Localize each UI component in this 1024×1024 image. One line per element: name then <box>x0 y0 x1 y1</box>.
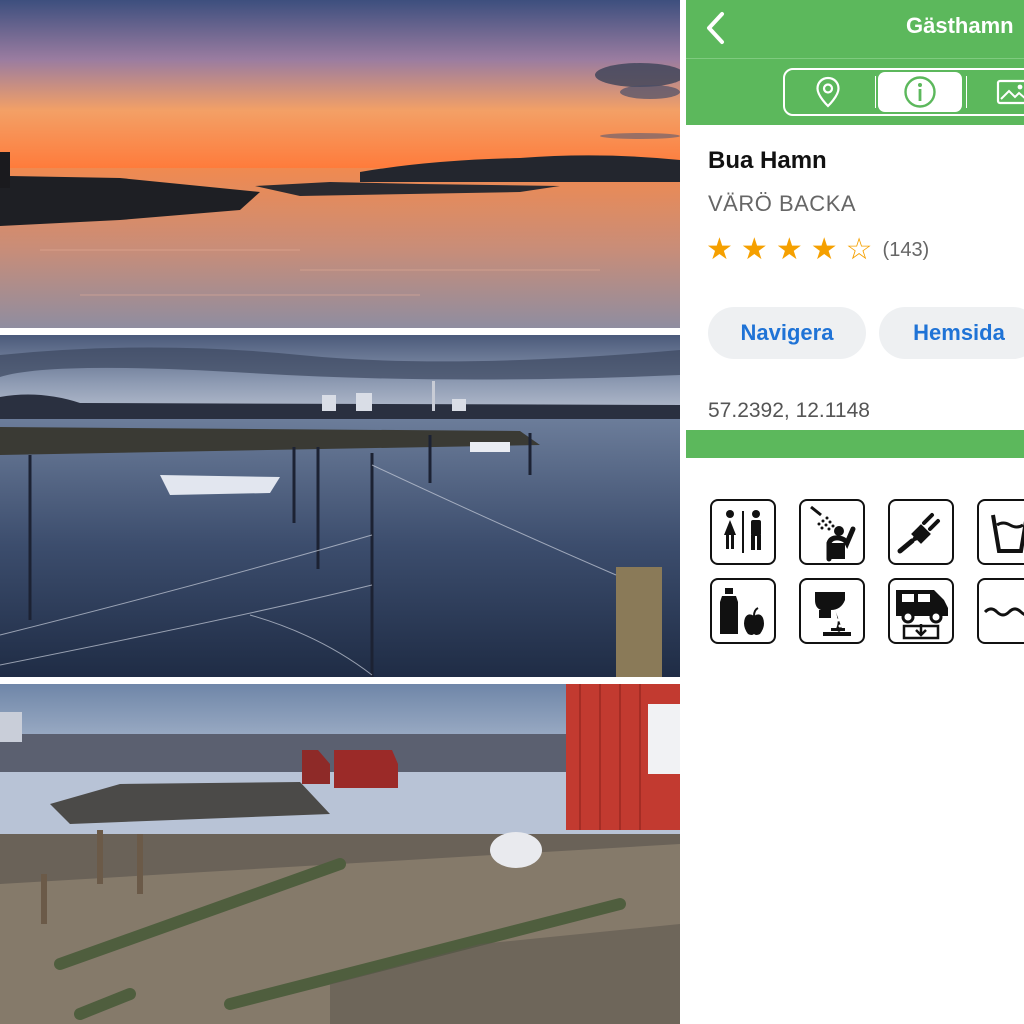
info-icon <box>904 76 936 108</box>
back-button[interactable] <box>700 10 730 46</box>
image-icon <box>996 79 1024 105</box>
star-full-icon: ★ <box>740 232 768 267</box>
star-full-icon: ★ <box>775 232 803 267</box>
place-region: VÄRÖ BACKA <box>708 191 857 216</box>
rating: ★ ★ ★ ★ ☆ (143) <box>706 232 929 268</box>
amenity-toilets[interactable] <box>710 499 776 565</box>
shower-icon <box>810 505 856 562</box>
water-icon <box>983 607 1024 617</box>
nav-top-row: Gästhamn <box>686 0 1024 58</box>
coordinates: 57.2392, 12.1148 <box>708 399 870 422</box>
photo-sunset-over-water <box>0 0 680 328</box>
rating-count: (143) <box>882 238 930 261</box>
app-panel: Gästhamn Bua Hamn VÄRÖ BACKA ★ ★ ★ ★ ☆ (… <box>686 0 1024 1024</box>
place-name: Bua Hamn <box>708 147 827 174</box>
navigation-bar: Gästhamn <box>686 0 1024 125</box>
photo-rocky-shore <box>0 684 680 1024</box>
tab-photos[interactable] <box>971 72 1024 112</box>
tab-map[interactable] <box>786 72 870 112</box>
star-full-icon: ★ <box>810 232 838 267</box>
nav-divider <box>686 58 1024 59</box>
amenity-grocery[interactable] <box>710 578 776 644</box>
photo-collage <box>0 0 680 1024</box>
website-button[interactable]: Hemsida <box>879 307 1024 359</box>
sunset-illustration <box>0 0 680 328</box>
navigate-button[interactable]: Navigera <box>708 307 866 359</box>
segment-separator <box>966 76 967 108</box>
amenity-fresh-water[interactable] <box>977 499 1024 565</box>
fresh-water-icon <box>991 514 1024 553</box>
toilet-emptying-icon <box>815 592 851 636</box>
marina-illustration <box>0 335 680 677</box>
amenity-shower[interactable] <box>799 499 865 565</box>
camper-service-icon <box>896 590 948 640</box>
star-full-icon: ★ <box>706 232 733 267</box>
amenity-electricity[interactable] <box>888 499 954 565</box>
star-empty-icon: ☆ <box>845 232 873 267</box>
nav-title: Gästhamn <box>906 13 1014 38</box>
shore-illustration <box>0 684 680 1024</box>
electricity-icon <box>897 513 940 554</box>
amenity-water[interactable] <box>977 578 1024 644</box>
tab-info[interactable] <box>878 72 962 112</box>
grocery-icon <box>720 588 764 635</box>
toilets-icon <box>724 510 761 553</box>
section-divider-bar <box>686 430 1024 458</box>
amenity-toilet-emptying[interactable] <box>799 578 865 644</box>
view-segmented-control <box>783 68 1024 116</box>
chevron-left-icon <box>707 12 724 44</box>
map-pin-icon <box>816 76 840 108</box>
photo-marina-at-dusk <box>0 335 680 677</box>
segment-separator <box>875 76 876 108</box>
amenity-camper-service[interactable] <box>888 578 954 644</box>
